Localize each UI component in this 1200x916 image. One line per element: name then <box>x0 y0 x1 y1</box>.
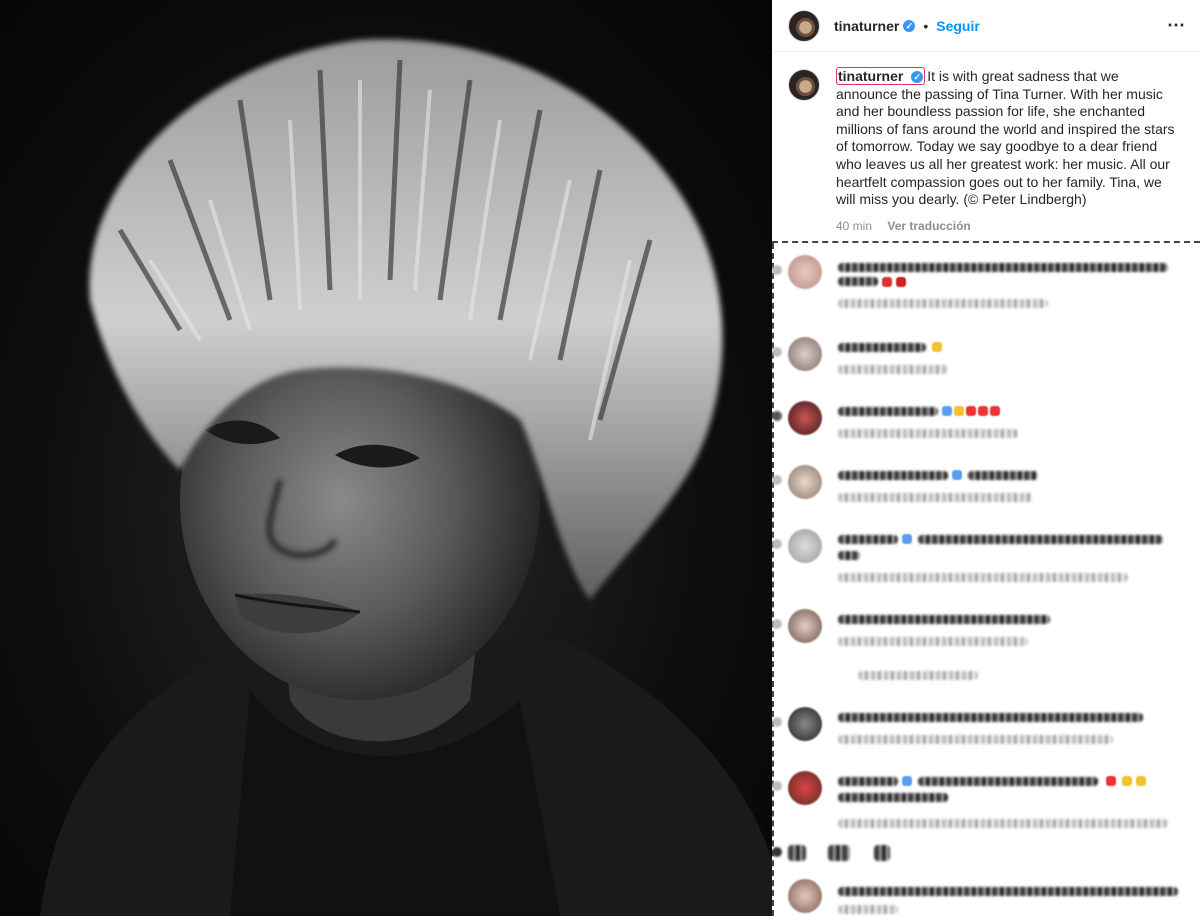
comment-avatar <box>788 879 822 913</box>
emoji-icon <box>952 470 962 480</box>
comment-text-blurred <box>838 793 948 802</box>
comment-text-blurred <box>838 551 860 560</box>
emoji-icon <box>990 406 1000 416</box>
caption-username[interactable]: tinaturner ✓ <box>836 67 926 85</box>
comment-text-blurred <box>838 615 1050 624</box>
comment-meta-blurred <box>838 637 1028 646</box>
like-heart-icon[interactable] <box>772 539 782 549</box>
post-caption: tinaturner ✓ It is with great sadness tha… <box>772 52 1200 233</box>
follow-button[interactable]: Seguir <box>936 18 980 34</box>
comment-text-blurred <box>828 845 850 861</box>
post-header: tinaturner ✓ • Seguir ⋯ <box>772 0 1200 52</box>
comment-text-blurred <box>838 887 1178 896</box>
comment-text-blurred <box>838 277 878 286</box>
caption-text: It is with great sadness that we announc… <box>836 68 1175 208</box>
emoji-icon <box>942 406 952 416</box>
comment-meta-blurred <box>838 429 1018 438</box>
emoji-icon <box>882 277 892 287</box>
verified-badge-icon: ✓ <box>911 71 924 84</box>
comment-meta-blurred <box>838 573 1128 582</box>
like-heart-icon[interactable] <box>772 411 782 421</box>
comment-meta-blurred <box>838 735 1113 744</box>
comment-text-blurred <box>838 263 1168 272</box>
portrait-image <box>40 39 772 916</box>
comment-text-blurred <box>838 407 938 416</box>
emoji-icon <box>954 406 964 416</box>
like-heart-icon[interactable] <box>772 717 782 727</box>
emoji-icon <box>896 277 906 287</box>
comment-avatar <box>788 609 822 643</box>
emoji-icon <box>902 534 912 544</box>
comment-text-blurred <box>838 535 898 544</box>
comment-avatar <box>788 255 822 289</box>
emoji-icon <box>1106 776 1116 786</box>
comment-text-blurred <box>838 343 926 352</box>
caption-text-block: tinaturner ✓ It is with great sadness tha… <box>836 67 1176 209</box>
emoji-icon <box>932 342 942 352</box>
comment-meta-blurred <box>838 493 1033 502</box>
emoji-icon <box>978 406 988 416</box>
post-time: 40 min <box>836 218 873 233</box>
comment-avatar <box>788 771 822 805</box>
comment-text-blurred <box>838 713 1143 722</box>
comments-list <box>772 243 1200 916</box>
comment-avatar <box>788 529 822 563</box>
comment-avatar <box>788 707 822 741</box>
emoji-icon <box>1136 776 1146 786</box>
like-heart-icon[interactable] <box>772 619 782 629</box>
emoji-icon <box>966 406 976 416</box>
like-heart-icon[interactable] <box>772 347 782 357</box>
more-options-icon[interactable]: ⋯ <box>1167 15 1186 36</box>
comment-meta-blurred <box>838 819 1168 828</box>
comment-text-blurred <box>918 535 1163 544</box>
comment-text-blurred <box>838 471 948 480</box>
post-photo[interactable] <box>0 0 772 916</box>
comment-avatar <box>788 465 822 499</box>
translate-link[interactable]: Ver traducción <box>887 219 970 233</box>
comment-text-blurred <box>788 845 806 861</box>
emoji-icon <box>902 776 912 786</box>
comment-meta-blurred <box>838 299 1048 308</box>
comment-text-blurred <box>838 777 898 786</box>
caption-meta: 40 min Ver traducción <box>836 219 1176 233</box>
profile-avatar[interactable] <box>788 9 820 42</box>
caption-avatar[interactable] <box>788 69 820 101</box>
comment-avatar <box>788 337 822 371</box>
comment-meta-blurred <box>838 905 898 914</box>
comment-meta-blurred <box>838 365 948 374</box>
separator-dot: • <box>923 17 929 34</box>
like-heart-icon[interactable] <box>772 265 782 275</box>
like-heart-icon[interactable] <box>772 781 782 791</box>
emoji-icon <box>1122 776 1132 786</box>
verified-badge-icon: ✓ <box>903 19 916 32</box>
comment-text-blurred <box>874 845 890 861</box>
comment-avatar <box>788 401 822 435</box>
comment-text-blurred <box>968 471 1038 480</box>
like-heart-icon[interactable] <box>772 475 782 485</box>
like-heart-icon[interactable] <box>772 847 782 857</box>
view-replies-blurred[interactable] <box>858 671 978 680</box>
comment-text-blurred <box>918 777 1098 786</box>
header-username[interactable]: tinaturner <box>834 18 899 34</box>
caption-username-label: tinaturner <box>838 68 904 84</box>
post-side-panel: tinaturner ✓ • Seguir ⋯ tinaturner ✓ It i… <box>772 0 1200 916</box>
